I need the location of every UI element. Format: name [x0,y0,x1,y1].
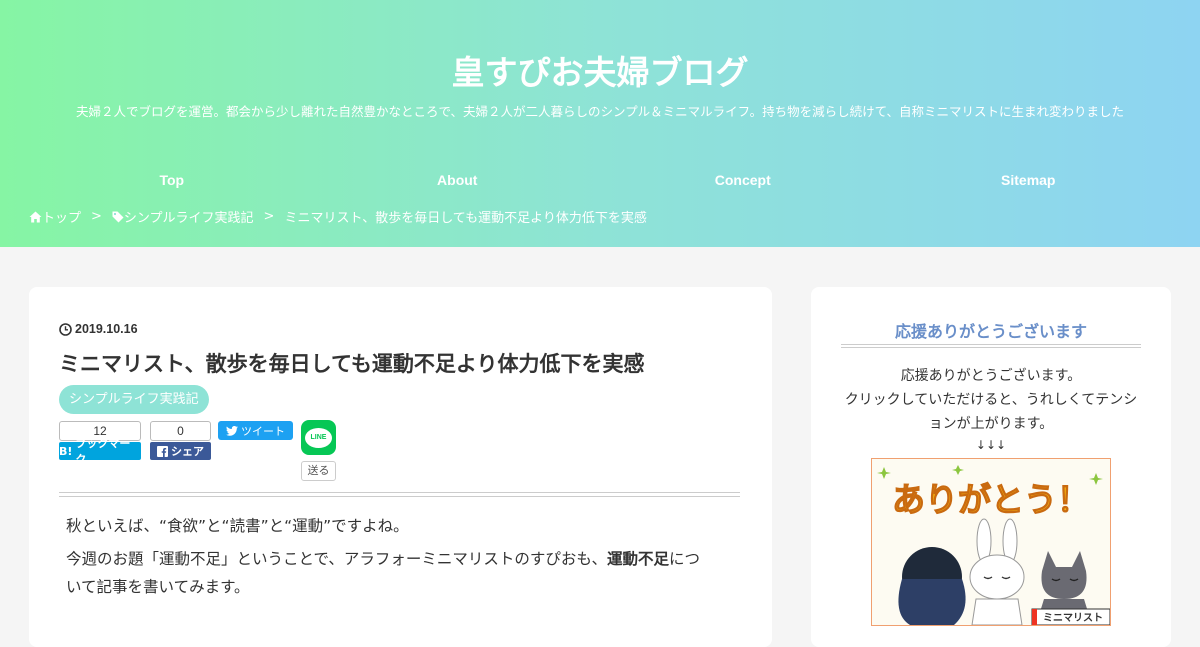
global-nav: Top About Concept Sitemap [29,172,1171,188]
site-header: 皇すぴお夫婦ブログ 夫婦２人でブログを運営。都会から少し離れた自然豊かなところで… [0,0,1200,247]
paragraph-text: いて記事を書いてみます。 [66,578,250,596]
nav-item-sitemap[interactable]: Sitemap [886,172,1172,188]
tag-icon [112,211,124,222]
facebook-count: 0 [150,421,211,441]
emphasis-text: 運動不足 [606,550,669,568]
thanks-illustration: ありがとう！ ミニマリスト [872,459,1110,625]
article-divider [59,492,740,497]
category-badge[interactable]: シンプルライフ実践記 [59,385,209,414]
paragraph-text: につ [668,550,700,568]
sidebar-text-line: 応援ありがとうございます。 [900,368,1082,384]
breadcrumb-separator: > [263,209,275,224]
post-date: 2019.10.16 [59,322,138,336]
article-paragraph-2: 今週のお題「運動不足」ということで、アラフォーミニマリストのすぴおも、運動不足に… [66,545,736,601]
twitter-bird-icon [226,425,238,436]
sidebar-divider [841,344,1141,348]
ranking-banner-image[interactable]: ありがとう！ ミニマリスト [871,458,1111,626]
breadcrumb: トップ > シンプルライフ実践記 > ミニマリスト、散歩を毎日しても運動不足より… [29,207,647,226]
breadcrumb-current: ミニマリスト、散歩を毎日しても運動不足より体力低下を実感 [284,211,647,226]
article-card: 2019.10.16 ミニマリスト、散歩を毎日しても運動不足より体力低下を実感 … [29,287,772,647]
breadcrumb-category-label: シンプルライフ実践記 [123,211,254,226]
sidebar-widget-title: 応援ありがとうございます [894,322,1087,341]
thanks-heading: ありがとう！ [892,480,1090,519]
breadcrumb-home-label: トップ [42,211,82,226]
sidebar-text-line: クリックしていただけると、うれしくてテンシ [844,392,1138,408]
line-share-button[interactable]: LINE [301,420,336,455]
tweet-button[interactable]: ツイート [218,421,293,440]
tweet-label: ツイート [241,424,285,438]
hatena-icon: B! [59,444,73,458]
site-title[interactable]: 皇すぴお夫婦ブログ [0,46,1200,94]
post-date-text: 2019.10.16 [75,322,138,336]
clock-icon [59,322,72,336]
sidebar-arrows: ↓↓↓ [975,438,1007,452]
banner-badge-text: ミニマリスト [1043,612,1103,624]
hatena-button[interactable]: B! ブックマーク [59,437,141,466]
nav-item-top[interactable]: Top [29,172,315,188]
paragraph-text: 今週のお題「運動不足」ということで、アラフォーミニマリストのすぴおも、 [66,550,607,568]
nav-item-about[interactable]: About [315,172,601,188]
sidebar-text-line: ョンが上がります。 [928,416,1054,432]
home-icon [29,211,42,222]
hatena-label: ブックマーク [75,437,131,466]
breadcrumb-category[interactable]: シンプルライフ実践記 [112,207,254,226]
breadcrumb-home[interactable]: トップ [29,207,81,226]
facebook-button[interactable]: シェア [150,442,211,460]
hatena-share[interactable]: 12 B! ブックマーク [59,421,141,466]
facebook-label: シェア [171,445,204,458]
nav-item-concept[interactable]: Concept [600,172,886,188]
site-tagline: 夫婦２人でブログを運営。都会から少し離れた自然豊かなところで、夫婦２人が二人暮ら… [75,104,1124,119]
facebook-icon [157,445,168,457]
line-icon: LINE [305,427,332,448]
breadcrumb-separator: > [91,209,102,224]
post-title: ミニマリスト、散歩を毎日しても運動不足より体力低下を実感 [59,352,645,376]
sidebar-widget: 応援ありがとうございます 応援ありがとうございます。 クリックしていただけると、… [811,287,1171,647]
line-send-button[interactable]: 送る [301,461,336,481]
article-paragraph-1: 秋といえば、“食欲”と“読書”と“運動”ですよね。 [66,517,409,535]
facebook-share[interactable]: 0 シェア [150,421,211,460]
